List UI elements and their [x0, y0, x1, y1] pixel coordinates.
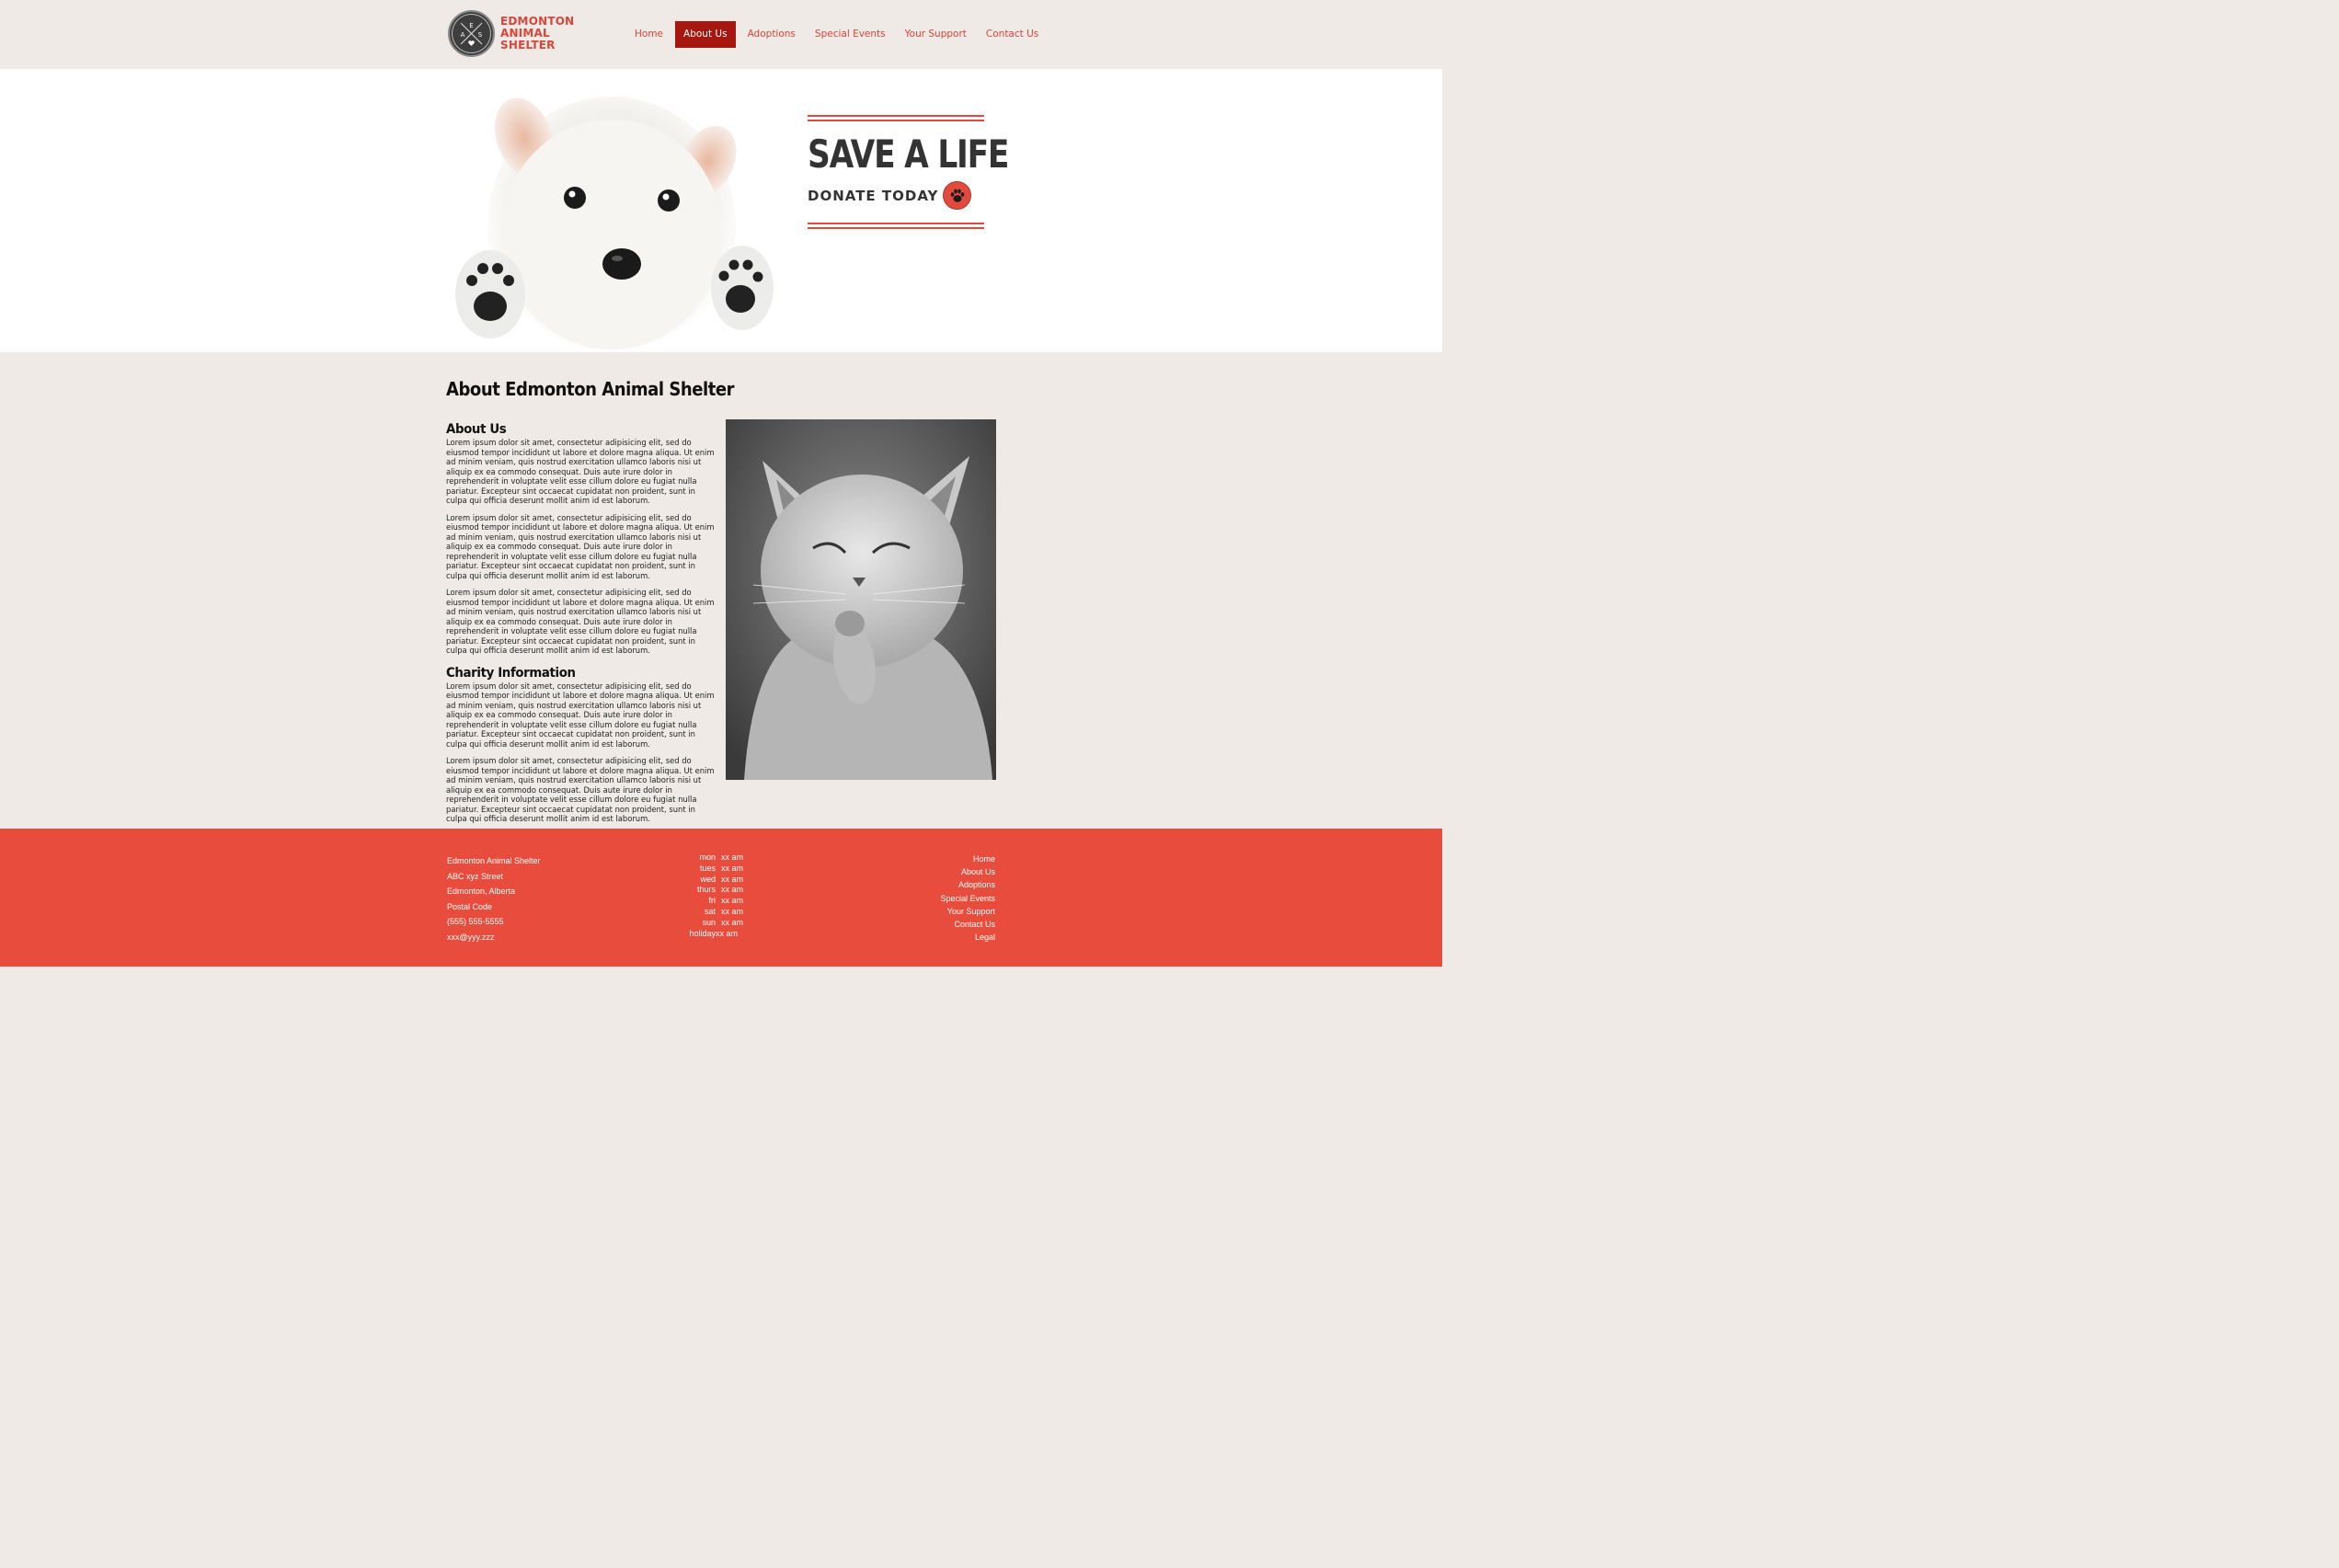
- about-paragraph: Lorem ipsum dolor sit amet, consectetur …: [446, 512, 715, 580]
- about-section: About Edmonton Animal Shelter About Us L…: [0, 352, 1442, 829]
- site-header: E A S EDMONTON ANIMAL SHELTER Home About…: [0, 0, 1442, 69]
- hours-day: fri: [708, 896, 717, 906]
- logo-letter-a: A: [461, 31, 465, 39]
- hours-row: mon xx am: [681, 853, 743, 864]
- hours-time: xx am: [721, 885, 744, 895]
- puppy-image: [455, 97, 774, 352]
- logo-text: EDMONTON ANIMAL SHELTER: [500, 16, 574, 52]
- logo-letter-e: E: [469, 22, 473, 29]
- nav-contact-us[interactable]: Contact Us: [979, 21, 1046, 48]
- hours-day: tues: [699, 863, 716, 873]
- logo-letter-s: S: [478, 31, 483, 39]
- nav-special-events[interactable]: Special Events: [808, 21, 893, 48]
- hours-row: fri xx am: [681, 896, 744, 907]
- logo-line-3: SHELTER: [500, 39, 556, 52]
- paw-icon[interactable]: [943, 181, 972, 210]
- hours-row: sun xx am: [681, 918, 743, 929]
- footer-link-about-us[interactable]: About Us: [940, 865, 995, 878]
- hero-title: SAVE A LIFE: [808, 132, 1009, 177]
- footer-city: Edmonton, Alberta: [447, 887, 516, 897]
- hours-row: wed xx am: [681, 875, 743, 886]
- about-text-column: About Us Lorem ipsum dolor sit amet, con…: [446, 422, 715, 831]
- hours-time: xx am: [721, 853, 744, 862]
- nav-your-support[interactable]: Your Support: [898, 21, 974, 48]
- about-us-heading: About Us: [446, 422, 507, 437]
- footer-link-contact-us[interactable]: Contact Us: [940, 918, 995, 931]
- hours-row: sat xx am: [681, 907, 743, 918]
- footer-postal-code: Postal Code: [447, 901, 493, 911]
- hours-row: thurs xx am: [681, 885, 743, 896]
- hours-time: xx am: [721, 863, 744, 873]
- hours-time: xx am: [721, 896, 744, 906]
- about-paragraph: Lorem ipsum dolor sit amet, consectetur …: [446, 438, 715, 505]
- save-a-life-panel: SAVE A LIFE DONATE TODAY: [808, 115, 1009, 229]
- hours-time: xx am: [721, 917, 744, 927]
- hours-day: holiday: [689, 928, 716, 938]
- footer-address: Edmonton Animal Shelter ABC xyz Street E…: [447, 853, 541, 945]
- hours-row: holiday xx am: [681, 929, 743, 940]
- about-paragraph: Lorem ipsum dolor sit amet, consectetur …: [446, 588, 715, 655]
- hours-row: tues xx am: [681, 864, 743, 875]
- bottom-divider: [808, 223, 984, 229]
- hours-time: xx am: [721, 874, 744, 884]
- footer-link-special-events[interactable]: Special Events: [940, 892, 995, 905]
- nav-home[interactable]: Home: [627, 21, 671, 48]
- hours-day: mon: [699, 853, 716, 862]
- page-title: About Edmonton Animal Shelter: [446, 378, 735, 400]
- charity-paragraph: Lorem ipsum dolor sit amet, consectetur …: [446, 681, 715, 749]
- charity-heading: Charity Information: [446, 665, 576, 681]
- top-divider: [808, 115, 984, 121]
- hours-time: xx am: [721, 906, 744, 916]
- site-footer: Edmonton Animal Shelter ABC xyz Street E…: [0, 829, 1442, 967]
- footer-link-adoptions[interactable]: Adoptions: [940, 878, 995, 891]
- footer-org-name: Edmonton Animal Shelter: [447, 856, 541, 865]
- charity-paragraph: Lorem ipsum dolor sit amet, consectetur …: [446, 756, 715, 823]
- footer-street: ABC xyz Street: [447, 871, 504, 881]
- hours-day: wed: [700, 874, 716, 884]
- hours-day: sat: [704, 906, 716, 916]
- footer-hours: mon xx am tues xx am wed xx am thurs xx am f…: [681, 853, 743, 939]
- main-nav: Home About Us Adoptions Special Events Y…: [627, 21, 1050, 48]
- site-logo[interactable]: E A S EDMONTON ANIMAL SHELTER: [448, 10, 574, 57]
- hours-day: sun: [702, 917, 716, 927]
- hours-time: xx am: [716, 928, 739, 938]
- footer-link-home[interactable]: Home: [940, 853, 995, 865]
- hero-banner: SAVE A LIFE DONATE TODAY: [0, 69, 1442, 352]
- footer-email: xxx@yyy.zzz: [447, 932, 495, 942]
- nav-adoptions[interactable]: Adoptions: [740, 21, 803, 48]
- kitten-image: [726, 419, 996, 780]
- logo-badge-icon: E A S: [448, 10, 495, 57]
- footer-link-your-support[interactable]: Your Support: [940, 905, 995, 918]
- footer-nav: Home About Us Adoptions Special Events Y…: [940, 853, 995, 944]
- footer-phone: (555) 555-5555: [447, 917, 504, 927]
- donate-label[interactable]: DONATE TODAY: [808, 188, 938, 204]
- hours-day: thurs: [696, 885, 716, 895]
- footer-link-legal[interactable]: Legal: [940, 931, 995, 944]
- donate-cta[interactable]: DONATE TODAY: [808, 181, 984, 210]
- nav-about-us[interactable]: About Us: [675, 21, 736, 48]
